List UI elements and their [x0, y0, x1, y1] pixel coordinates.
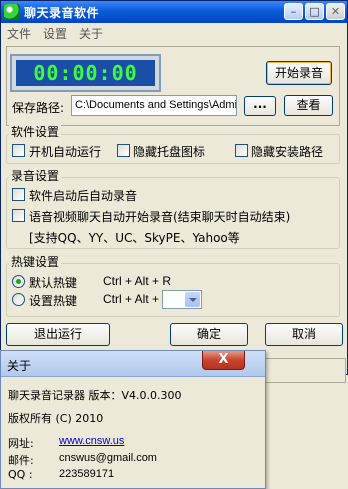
ok-button[interactable]: 确定: [170, 323, 248, 346]
supported-apps-note: [支持QQ、YY、UC、SkyPE、Yahoo等: [29, 231, 240, 245]
window-title: 聊天录音软件: [24, 6, 100, 20]
chevron-down-icon[interactable]: [185, 292, 200, 307]
save-path-label: 保存路径:: [12, 101, 65, 115]
default-hotkey-keys: Ctrl + Alt + R: [103, 274, 172, 288]
hide-tray-label: 隐藏托盘图标: [133, 145, 206, 159]
hide-path-label: 隐藏安装路径: [251, 145, 324, 159]
autostart-label: 开机自动运行: [29, 145, 102, 159]
default-hotkey-label: 默认热键: [29, 276, 78, 290]
menu-bar: 文件 设置 关于: [1, 23, 347, 42]
about-close-button[interactable]: X: [202, 351, 245, 370]
save-path-field[interactable]: C:\Documents and Settings\Admin: [71, 95, 237, 116]
minimize-button[interactable]: –: [284, 3, 303, 20]
view-button[interactable]: 查看: [284, 95, 333, 116]
status-strip: [264, 358, 346, 383]
custom-hotkey-label: 设置热键: [29, 294, 78, 308]
auto-record-checkbox[interactable]: [12, 188, 25, 201]
auto-record-label: 软件启动后自动录音: [29, 189, 138, 203]
about-copyright: 版权所有 (C) 2010: [8, 412, 104, 425]
close-icon: ✕: [330, 5, 341, 18]
email-value: cnswus@gmail.com: [59, 452, 157, 464]
about-product: 聊天录音记录器 版本：V4.0.0.300: [8, 389, 182, 402]
browse-button[interactable]: ...: [244, 96, 276, 116]
custom-hotkey-keys: Ctrl + Alt +: [103, 292, 160, 306]
menu-file[interactable]: 文件: [7, 25, 31, 42]
about-dialog: 关于 X 聊天录音记录器 版本：V4.0.0.300 版权所有 (C) 2010…: [0, 350, 266, 489]
qq-label: QQ :: [8, 468, 33, 481]
record-settings-title: 录音设置: [9, 169, 62, 183]
default-hotkey-radio[interactable]: [12, 275, 25, 288]
menu-about[interactable]: 关于: [79, 25, 103, 42]
chat-record-label: 语音视频聊天自动开始录音(结束聊天时自动结束): [29, 210, 291, 224]
hide-tray-checkbox[interactable]: [117, 144, 130, 157]
timer-value: 00:00:00: [16, 60, 155, 86]
about-title: 关于: [7, 359, 32, 373]
chat-record-checkbox[interactable]: [12, 209, 25, 222]
minimize-icon: –: [290, 5, 297, 18]
qq-value: 223589171: [59, 468, 115, 480]
hotkey-settings-title: 热键设置: [9, 255, 62, 269]
exit-button[interactable]: 退出运行: [6, 323, 110, 346]
hotkey-key-select[interactable]: [162, 290, 202, 309]
app-icon: [4, 4, 20, 20]
maximize-button[interactable]: □: [305, 3, 324, 20]
custom-hotkey-radio[interactable]: [12, 293, 25, 306]
menu-settings[interactable]: 设置: [43, 25, 67, 42]
cancel-button[interactable]: 取消: [265, 323, 343, 346]
hide-path-checkbox[interactable]: [235, 144, 248, 157]
autostart-checkbox[interactable]: [12, 144, 25, 157]
website-link[interactable]: www.cnsw.us: [59, 435, 124, 447]
close-icon: X: [218, 352, 229, 367]
close-button[interactable]: ✕: [326, 3, 345, 20]
software-settings-title: 软件设置: [9, 125, 62, 139]
email-label: 邮件:: [8, 454, 34, 467]
timer-display: 00:00:00: [10, 54, 161, 92]
website-label: 网址:: [8, 437, 34, 450]
start-record-button[interactable]: 开始录音: [266, 61, 332, 85]
title-bar[interactable]: 聊天录音软件 – □ ✕: [1, 1, 347, 23]
about-title-bar[interactable]: 关于 X: [1, 351, 265, 377]
maximize-icon: □: [309, 5, 320, 18]
